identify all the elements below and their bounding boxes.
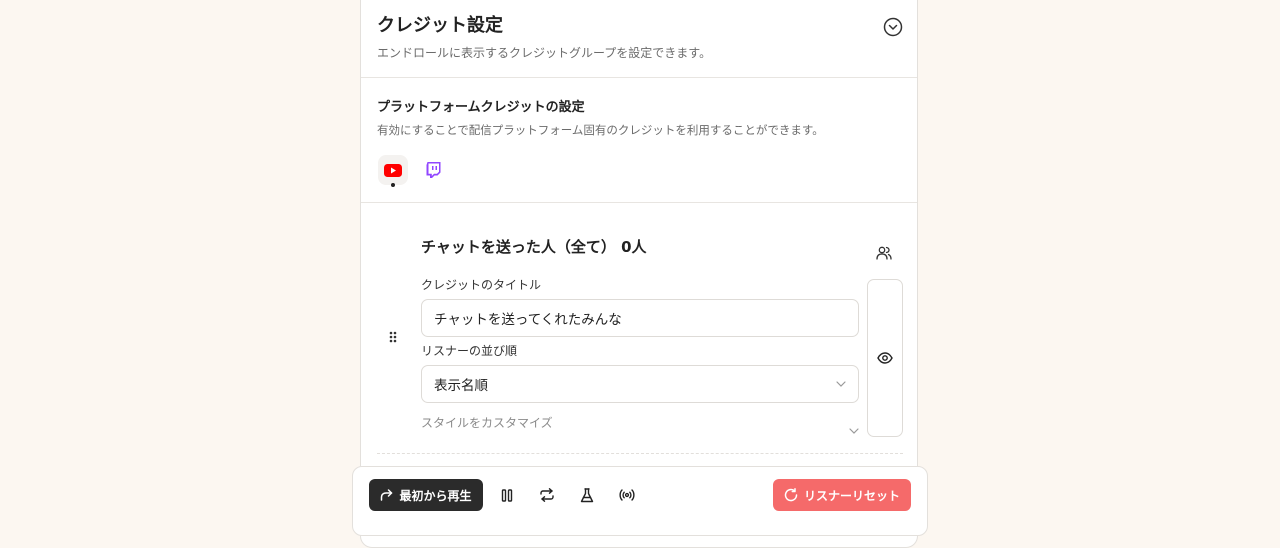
selected-indicator	[391, 183, 395, 187]
listener-order-value: 表示名順	[434, 378, 488, 394]
twitch-icon	[426, 162, 440, 178]
pause-icon	[501, 488, 513, 502]
play-from-start-button[interactable]: 最初から再生	[369, 479, 483, 511]
twitch-toggle[interactable]	[418, 155, 448, 185]
refresh-icon	[784, 488, 798, 502]
credit-title-value: チャットを送ってくれたみんな	[434, 312, 622, 328]
broadcast-button[interactable]	[619, 487, 635, 503]
users-icon[interactable]	[876, 245, 892, 265]
section-divider	[361, 77, 917, 78]
listener-order-label: リスナーの並び順	[421, 344, 518, 358]
visibility-toggle[interactable]	[867, 279, 903, 437]
loop-button[interactable]	[539, 487, 555, 503]
credit-title-label: クレジットのタイトル	[421, 278, 542, 292]
listener-reset-button[interactable]: リスナーリセット	[773, 479, 911, 511]
youtube-toggle[interactable]	[378, 155, 408, 185]
collapse-icon[interactable]	[883, 17, 903, 37]
group-divider	[377, 453, 903, 454]
test-button[interactable]	[579, 487, 595, 503]
listener-reset-label: リスナーリセット	[803, 488, 900, 503]
listener-order-select[interactable]: 表示名順	[421, 365, 859, 403]
platform-section-title: プラットフォームクレジットの設定	[377, 100, 585, 115]
customize-style-toggle[interactable]: スタイルをカスタマイズ	[421, 414, 553, 431]
playback-toolbar: 最初から再生 リスナーリセット	[352, 466, 928, 536]
chevron-down-icon	[836, 381, 846, 387]
play-from-start-label: 最初から再生	[399, 488, 472, 503]
credit-title-input[interactable]: チャットを送ってくれたみんな	[421, 299, 859, 337]
redo-icon	[381, 489, 393, 501]
credit-group-title: チャットを送った人（全て） 0人	[421, 238, 647, 256]
drag-handle-icon[interactable]	[389, 328, 397, 347]
page-subtitle: エンドロールに表示するクレジットグループを設定できます。	[377, 46, 712, 60]
repeat-icon	[540, 488, 554, 502]
section-divider	[361, 202, 917, 203]
pause-button[interactable]	[499, 487, 515, 503]
chevron-down-icon[interactable]	[849, 419, 859, 438]
flask-icon	[580, 487, 594, 502]
platform-section-subtitle: 有効にすることで配信プラットフォーム固有のクレジットを利用することができます。	[377, 123, 824, 137]
youtube-icon	[384, 163, 402, 177]
broadcast-icon	[619, 489, 635, 501]
page-title: クレジット設定	[377, 15, 503, 36]
eye-icon	[877, 352, 893, 364]
